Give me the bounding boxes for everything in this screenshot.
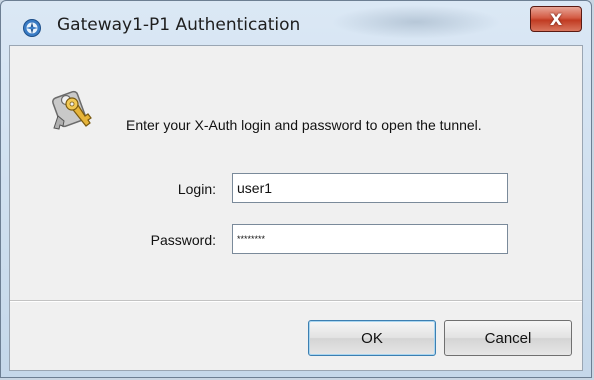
gateway-app-icon <box>23 19 41 37</box>
cancel-button[interactable]: Cancel <box>444 320 572 356</box>
title-bar-background-blur <box>331 5 501 39</box>
login-input[interactable] <box>232 173 508 203</box>
auth-dialog-window: Gateway1-P1 Authentication X Enter your … <box>0 0 592 378</box>
window-title: Gateway1-P1 Authentication <box>57 15 301 35</box>
keys-icon <box>52 90 92 130</box>
close-button[interactable]: X <box>530 6 582 32</box>
ok-button[interactable]: OK <box>308 320 436 356</box>
password-input[interactable] <box>232 224 508 254</box>
password-label: Password: <box>150 232 216 248</box>
title-bar[interactable]: Gateway1-P1 Authentication X <box>1 1 591 45</box>
prompt-text: Enter your X-Auth login and password to … <box>126 117 482 133</box>
dialog-body: Enter your X-Auth login and password to … <box>9 45 583 371</box>
login-label: Login: <box>177 181 216 197</box>
close-icon: X <box>549 9 563 29</box>
